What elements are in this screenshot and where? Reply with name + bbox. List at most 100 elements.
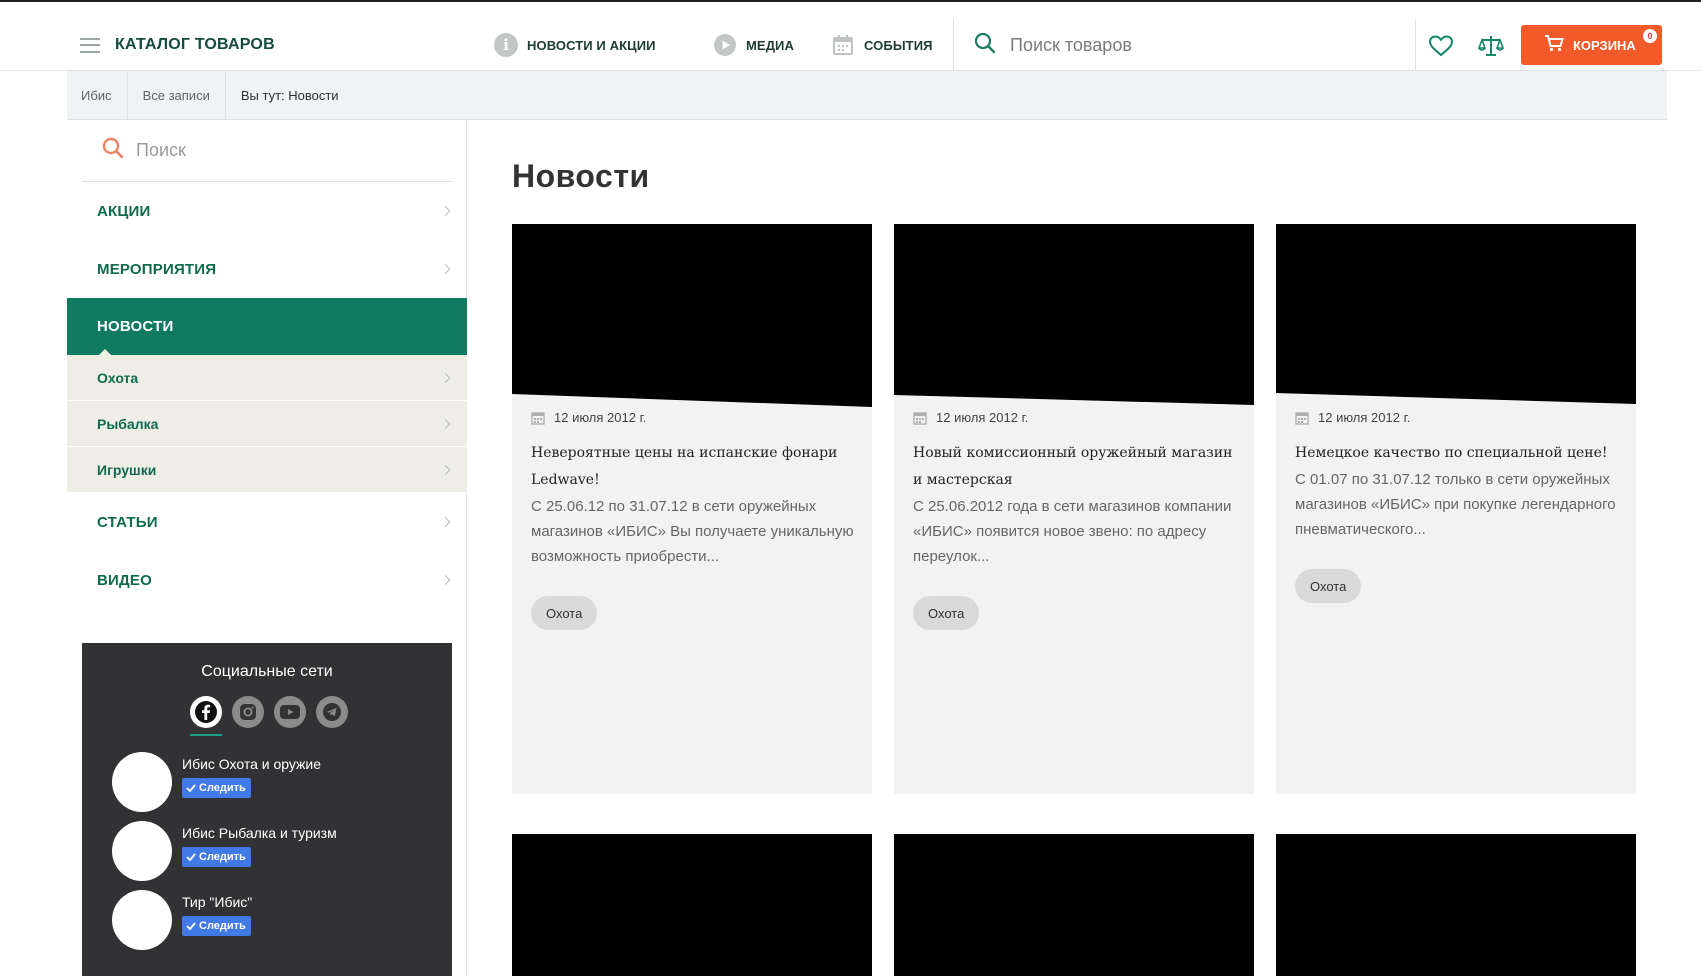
telegram-icon[interactable] xyxy=(316,696,348,728)
news-card-date: 12 июля 2012 г. xyxy=(531,410,646,425)
follow-button[interactable]: Следить xyxy=(182,916,251,936)
group-name[interactable]: Ибис Рыбалка и туризм xyxy=(182,825,337,841)
news-card-image[interactable] xyxy=(1276,834,1636,976)
facebook-icon[interactable] xyxy=(190,696,222,728)
active-tab-underline xyxy=(190,734,222,736)
news-card-date-text: 12 июля 2012 г. xyxy=(936,410,1029,425)
sidebar-subitem-toys[interactable]: Игрушки xyxy=(67,447,467,493)
news-card-excerpt: С 25.06.12 по 31.07.12 в сети оружейных … xyxy=(531,498,854,565)
avatar[interactable] xyxy=(112,821,172,881)
chevron-right-icon xyxy=(440,372,451,383)
search-icon[interactable] xyxy=(102,137,124,164)
follow-button[interactable]: Следить xyxy=(182,847,251,867)
sidebar-item-events[interactable]: МЕРОПРИЯТИЯ xyxy=(67,240,467,298)
chevron-right-icon xyxy=(440,464,451,475)
sidebar-item-promos[interactable]: АКЦИИ xyxy=(67,182,467,240)
news-card-image[interactable] xyxy=(1276,224,1636,407)
news-card-image[interactable] xyxy=(512,224,872,407)
nav-label: НОВОСТИ И АКЦИИ xyxy=(527,37,656,53)
chevron-right-icon xyxy=(440,575,451,585)
social-widget-title: Социальные сети xyxy=(201,663,333,680)
check-icon xyxy=(186,853,196,862)
play-icon xyxy=(713,33,737,57)
news-card-title[interactable]: Немецкое качество по специальной цене! xyxy=(1295,440,1620,467)
sidebar-search xyxy=(82,120,453,182)
compare-scales-icon[interactable] xyxy=(1478,33,1504,59)
product-search-input[interactable] xyxy=(1010,34,1390,56)
avatar[interactable] xyxy=(112,890,172,950)
calendar-icon xyxy=(531,411,545,425)
news-card-excerpt: С 25.06.2012 года в сети магазинов компа… xyxy=(913,498,1232,565)
news-card-image[interactable] xyxy=(894,224,1254,407)
avatar[interactable] xyxy=(112,752,172,812)
cart-count-badge: 0 xyxy=(1643,29,1657,43)
group-name[interactable]: Тир "Ибис" xyxy=(182,894,252,910)
sidebar-item-label: МЕРОПРИЯТИЯ xyxy=(97,260,217,278)
site-header: КАТАЛОГ ТОВАРОВ i НОВОСТИ И АКЦИИ МЕДИА … xyxy=(0,19,1701,71)
news-card[interactable]: 12 июля 2012 г. Немецкое качество по спе… xyxy=(1276,224,1636,794)
heart-icon[interactable] xyxy=(1428,33,1454,59)
news-card-image[interactable] xyxy=(894,834,1254,976)
sidebar-item-label: НОВОСТИ xyxy=(97,318,174,335)
sidebar-subitem-label: Рыбалка xyxy=(97,415,159,432)
sidebar-item-label: АКЦИИ xyxy=(97,202,151,220)
cart-button[interactable]: КОРЗИНА 0 xyxy=(1521,25,1662,65)
news-card-tag[interactable]: Охота xyxy=(531,596,598,630)
follow-label: Следить xyxy=(199,851,246,863)
product-search-box xyxy=(953,19,1416,71)
hamburger-icon xyxy=(80,37,100,53)
news-card-tag[interactable]: Охота xyxy=(913,596,980,630)
sidebar: АКЦИИ МЕРОПРИЯТИЯ НОВОСТИ Охота Рыбалка … xyxy=(67,120,467,976)
chevron-right-icon xyxy=(440,206,451,216)
sidebar-subitem-hunting[interactable]: Охота xyxy=(67,355,467,401)
search-icon[interactable] xyxy=(974,32,996,59)
breadcrumb-home[interactable]: Ибис xyxy=(67,71,128,119)
sidebar-subitem-label: Игрушки xyxy=(97,461,157,478)
nav-media[interactable]: МЕДИА xyxy=(713,19,794,71)
sidebar-item-news[interactable]: НОВОСТИ xyxy=(67,298,467,356)
news-card-date-text: 12 июля 2012 г. xyxy=(1318,410,1411,425)
news-card[interactable]: 12 июля 2012 г. Невероятные цены на испа… xyxy=(512,224,872,794)
calendar-icon xyxy=(831,33,855,57)
sidebar-item-articles[interactable]: СТАТЬИ xyxy=(67,493,467,551)
cart-label: КОРЗИНА xyxy=(1573,37,1636,53)
breadcrumb-all-posts[interactable]: Все записи xyxy=(128,71,226,119)
news-card-image[interactable] xyxy=(512,834,872,976)
sidebar-subitem-fishing[interactable]: Рыбалка xyxy=(67,401,467,447)
sidebar-item-video[interactable]: ВИДЕО xyxy=(67,551,467,609)
news-card-title[interactable]: Невероятные цены на испанские фонари Led… xyxy=(531,440,856,494)
news-card-date: 12 июля 2012 г. xyxy=(913,410,1028,425)
breadcrumb-current: Вы тут: Новости xyxy=(240,87,339,103)
cart-icon xyxy=(1544,34,1564,57)
catalog-label: КАТАЛОГ ТОВАРОВ xyxy=(115,36,275,53)
nav-label: СОБЫТИЯ xyxy=(864,37,933,53)
youtube-icon[interactable] xyxy=(274,696,306,728)
news-card[interactable]: 12 июля 2012 г. Новый комиссионный оруже… xyxy=(894,224,1254,794)
news-card-tag[interactable]: Охота xyxy=(1295,569,1362,603)
nav-label: МЕДИА xyxy=(746,37,794,53)
sidebar-menu: АКЦИИ МЕРОПРИЯТИЯ НОВОСТИ Охота Рыбалка … xyxy=(67,182,467,609)
sidebar-item-label: ВИДЕО xyxy=(97,571,152,589)
social-group: Ибис Охота и оружие Следить xyxy=(112,752,442,812)
news-card-title[interactable]: Новый комиссионный оружейный магазин и м… xyxy=(913,440,1238,494)
info-icon: i xyxy=(494,33,518,57)
news-card-excerpt: С 01.07 по 31.07.12 только в сети оружей… xyxy=(1295,471,1616,538)
breadcrumb: Ибис Все записи Вы тут: Новости xyxy=(67,71,1667,120)
follow-label: Следить xyxy=(199,920,246,932)
news-card-date: 12 июля 2012 г. xyxy=(1295,410,1410,425)
page-title: Новости xyxy=(512,158,650,194)
sidebar-item-label: СТАТЬИ xyxy=(97,513,158,531)
check-icon xyxy=(186,784,196,793)
nav-news-promos[interactable]: i НОВОСТИ И АКЦИИ xyxy=(494,19,656,71)
chevron-right-icon xyxy=(440,418,451,429)
calendar-icon xyxy=(913,411,927,425)
nav-events[interactable]: СОБЫТИЯ xyxy=(831,19,933,71)
sidebar-subitem-label: Охота xyxy=(97,369,139,386)
sidebar-search-input[interactable] xyxy=(136,140,436,161)
follow-button[interactable]: Следить xyxy=(182,778,251,798)
check-icon xyxy=(186,922,196,931)
instagram-icon[interactable] xyxy=(232,696,264,728)
chevron-right-icon xyxy=(440,517,451,527)
catalog-button[interactable]: КАТАЛОГ ТОВАРОВ xyxy=(80,19,275,71)
group-name[interactable]: Ибис Охота и оружие xyxy=(182,756,321,772)
